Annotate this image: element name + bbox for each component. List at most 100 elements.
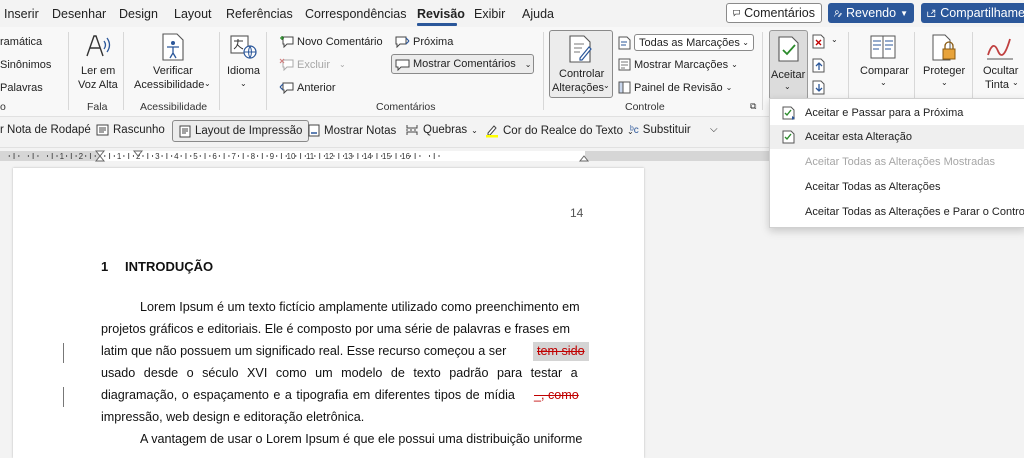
ruler-number: 7: [231, 152, 236, 161]
ruler-number: 9: [270, 152, 275, 161]
print-layout-label: Layout de Impressão: [195, 125, 303, 137]
tab-referencias[interactable]: Referências: [226, 7, 293, 21]
chevron-down-icon[interactable]: ⌄: [831, 35, 838, 44]
tab-revisao[interactable]: Revisão: [417, 7, 465, 21]
draft-view-button[interactable]: Rascunho: [96, 124, 165, 136]
menu-item-accept-all-stop-tracking[interactable]: Aceitar Todas as Alterações e Parar o Co…: [770, 200, 1024, 224]
highlight-color-button[interactable]: Cor do Realce do Texto ⌄: [485, 124, 634, 138]
ink-icon: [987, 38, 1013, 60]
ruler-number: 14: [363, 152, 372, 161]
customize-toolbar-icon[interactable]: ⌵: [710, 124, 718, 135]
breaks-button[interactable]: Quebras ⌄: [405, 124, 478, 136]
insert-footnote-label: r Nota de Rodapé: [0, 124, 91, 136]
show-comments-button[interactable]: Mostrar Comentários ⌄: [391, 54, 534, 74]
menu-item-label: Aceitar Todas as Alterações Mostradas: [805, 156, 995, 168]
delete-comment-button[interactable]: Excluir ⌄: [279, 58, 346, 71]
grammar-button[interactable]: ramática: [0, 36, 42, 48]
chevron-down-icon: ⌄: [240, 79, 247, 88]
compare-label: Comparar: [860, 65, 909, 77]
ribbon-tabs: Inserir Desenhar Design Layout Referênci…: [0, 0, 1024, 27]
menu-item-accept-and-move-next[interactable]: Aceitar e Passar para a Próxima: [770, 101, 1024, 125]
tab-desenhar[interactable]: Desenhar: [52, 7, 106, 21]
share-button-label: Compartilhame: [940, 6, 1024, 20]
show-notes-icon: [308, 124, 320, 137]
reject-icon[interactable]: [812, 34, 826, 49]
document-page[interactable]: 14 1 INTRODUÇÃO Lorem Ipsum é um texto f…: [13, 168, 644, 458]
word-count-button[interactable]: Palavras: [0, 82, 43, 94]
show-markup-icon: [618, 58, 631, 71]
editing-mode-label: Revendo: [846, 6, 897, 20]
check-accessibility-label-2: Acessibilidade: [134, 79, 205, 91]
paragraph-line: Lorem Ipsum é um texto fictício amplamen…: [140, 300, 580, 314]
insert-footnote-button[interactable]: r Nota de Rodapé: [0, 124, 91, 136]
accept-change-icon: [782, 130, 795, 144]
ruler-number: 1: [117, 152, 122, 161]
menu-item-label: Aceitar Todas as Alterações e Parar o Co…: [805, 206, 1024, 218]
accessibility-group-label: Acessibilidade: [140, 101, 208, 113]
group-divider: [543, 32, 544, 110]
next-comment-icon: [395, 36, 410, 48]
accept-label: Aceitar: [771, 69, 806, 81]
chevron-down-icon: ⌄: [941, 78, 948, 87]
menu-item-accept-all-shown[interactable]: Aceitar Todas as Alterações Mostradas: [770, 150, 1024, 174]
next-comment-button[interactable]: Próxima: [395, 35, 453, 48]
tab-correspondencias[interactable]: Correspondências: [305, 7, 406, 21]
active-tab-indicator: [417, 23, 457, 26]
read-aloud-icon: [86, 35, 111, 57]
group-divider: [219, 32, 220, 110]
ruler-number: 12: [325, 152, 334, 161]
show-markup-button[interactable]: Mostrar Marcações ⌄: [618, 58, 738, 71]
speech-group-label: Fala: [87, 101, 108, 113]
paragraph-line: usado desde o século XVI como um modelo …: [101, 366, 578, 380]
deleted-text: _, como: [534, 388, 579, 402]
tab-layout[interactable]: Layout: [174, 7, 212, 21]
show-markup-label: Mostrar Marcações: [634, 58, 729, 71]
ruler-number: 16: [401, 152, 410, 161]
markup-select[interactable]: Todas as Marcações ⌄: [618, 34, 754, 51]
replace-icon: ᵇc: [630, 124, 639, 136]
menu-item-accept-all[interactable]: Aceitar Todas as Alterações: [770, 175, 1024, 199]
review-pane-button[interactable]: Painel de Revisão ⌄: [618, 81, 732, 94]
ruler-number: 3: [155, 152, 160, 161]
new-comment-label: Novo Comentário: [297, 35, 383, 48]
ruler-number: 5: [193, 152, 198, 161]
chevron-down-icon: ⌄: [742, 38, 749, 47]
tab-ajuda[interactable]: Ajuda: [522, 7, 554, 21]
comment-icon: [733, 9, 740, 17]
ruler-number: 1: [60, 152, 65, 161]
chevron-down-icon: ⌄: [1012, 78, 1019, 87]
editing-mode-button[interactable]: Revendo ▼: [828, 3, 914, 23]
print-layout-button[interactable]: Layout de Impressão: [172, 120, 310, 142]
replace-button[interactable]: ᵇc Substituir: [630, 124, 691, 136]
show-comments-label: Mostrar Comentários: [413, 58, 516, 70]
share-button[interactable]: Compartilhame: [921, 3, 1024, 23]
chevron-down-icon: ⌄: [784, 82, 791, 91]
previous-comment-label: Anterior: [297, 81, 336, 94]
next-change-icon[interactable]: [812, 80, 826, 95]
show-notes-button[interactable]: Mostrar Notas: [308, 124, 396, 137]
ruler-number: 15: [382, 152, 391, 161]
tab-inserir[interactable]: Inserir: [4, 7, 39, 21]
track-changes-button[interactable]: Controlar Alterações ⌄: [549, 30, 613, 98]
deleted-text-selected[interactable]: tem sido: [533, 342, 589, 361]
previous-change-icon[interactable]: [812, 58, 826, 73]
accept-dropdown-menu: Aceitar e Passar para a Próxima Aceitar …: [769, 98, 1024, 228]
markup-select-value: Todas as Marcações: [639, 36, 740, 49]
accept-icon: [778, 36, 799, 62]
tab-exibir[interactable]: Exibir: [474, 7, 505, 21]
new-comment-button[interactable]: Novo Comentário: [279, 35, 383, 48]
new-comment-icon: [280, 36, 294, 48]
dialog-launcher-icon[interactable]: ⧉: [750, 101, 756, 112]
paragraph-line: A vantagem de usar o Lorem Ipsum é que e…: [140, 432, 583, 446]
accept-button[interactable]: Aceitar ⌄: [769, 30, 808, 100]
menu-item-accept-this-change[interactable]: Aceitar esta Alteração: [770, 125, 1024, 149]
synonyms-button[interactable]: Sinônimos: [0, 59, 51, 71]
previous-comment-button[interactable]: Anterior: [279, 81, 336, 94]
tab-design[interactable]: Design: [119, 7, 158, 21]
chevron-down-icon: ⌄: [204, 79, 211, 88]
draft-icon: [96, 124, 109, 136]
ruler-number: 10: [287, 152, 296, 161]
comments-button[interactable]: Comentários: [726, 3, 822, 23]
group-divider: [123, 32, 124, 110]
chevron-down-icon: ▼: [900, 8, 908, 18]
